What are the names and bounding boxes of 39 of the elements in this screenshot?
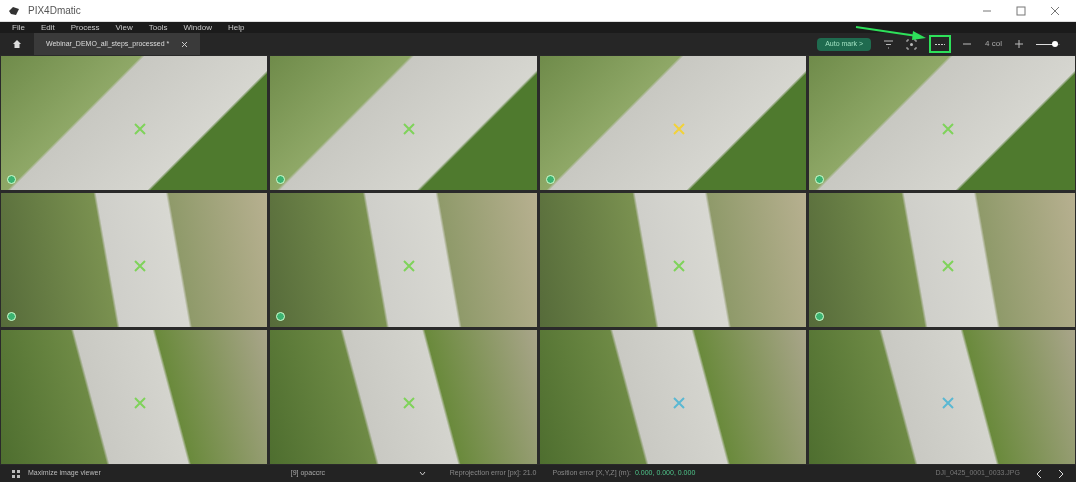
annotation-arrow: [855, 25, 927, 41]
photo-placeholder[interactable]: [808, 193, 1075, 327]
app-logo-icon: [8, 5, 20, 16]
photo-placeholder[interactable]: [539, 56, 806, 190]
close-icon[interactable]: [181, 40, 189, 48]
columns-label: 4 col: [985, 38, 1002, 50]
menu-item[interactable]: View: [115, 23, 133, 32]
menu-item[interactable]: Tools: [148, 23, 168, 32]
menu-item[interactable]: Window: [183, 23, 212, 32]
window-title: PIX4Dmatic: [28, 4, 81, 18]
focus-icon[interactable]: [906, 38, 918, 50]
caret-icon: [418, 471, 426, 476]
plus-icon: [1015, 40, 1023, 48]
grid-icon: [12, 469, 20, 478]
home-icon[interactable]: [12, 39, 22, 49]
menu-item[interactable]: Help: [227, 23, 245, 32]
zoom-slider[interactable]: [1036, 40, 1060, 48]
next-button[interactable]: [1058, 469, 1064, 478]
photo-placeholder[interactable]: [1, 330, 268, 464]
previous-button[interactable]: [1036, 469, 1042, 478]
menu-item[interactable]: Process: [70, 23, 100, 32]
close-icon[interactable]: [1050, 5, 1060, 16]
photo-placeholder[interactable]: [539, 330, 806, 464]
photo-placeholder[interactable]: [270, 193, 537, 327]
photo-placeholder[interactable]: [1, 193, 268, 327]
increase-columns-button[interactable]: [1014, 39, 1024, 49]
menu-item[interactable]: File: [12, 23, 25, 32]
filter-icon[interactable]: [883, 38, 895, 50]
menu-item[interactable]: Edit: [40, 23, 55, 32]
more-icon: [935, 42, 946, 46]
more-button[interactable]: [929, 35, 952, 53]
minus-icon: [963, 43, 972, 45]
photo-placeholder[interactable]: [270, 330, 537, 464]
photo-placeholder[interactable]: [808, 330, 1075, 464]
photo-placeholder[interactable]: [1, 56, 268, 190]
photo-placeholder[interactable]: [270, 56, 537, 190]
slider-thumb[interactable]: [1052, 41, 1059, 47]
maximize-icon[interactable]: [1016, 5, 1026, 16]
photo-placeholder[interactable]: [539, 193, 806, 327]
